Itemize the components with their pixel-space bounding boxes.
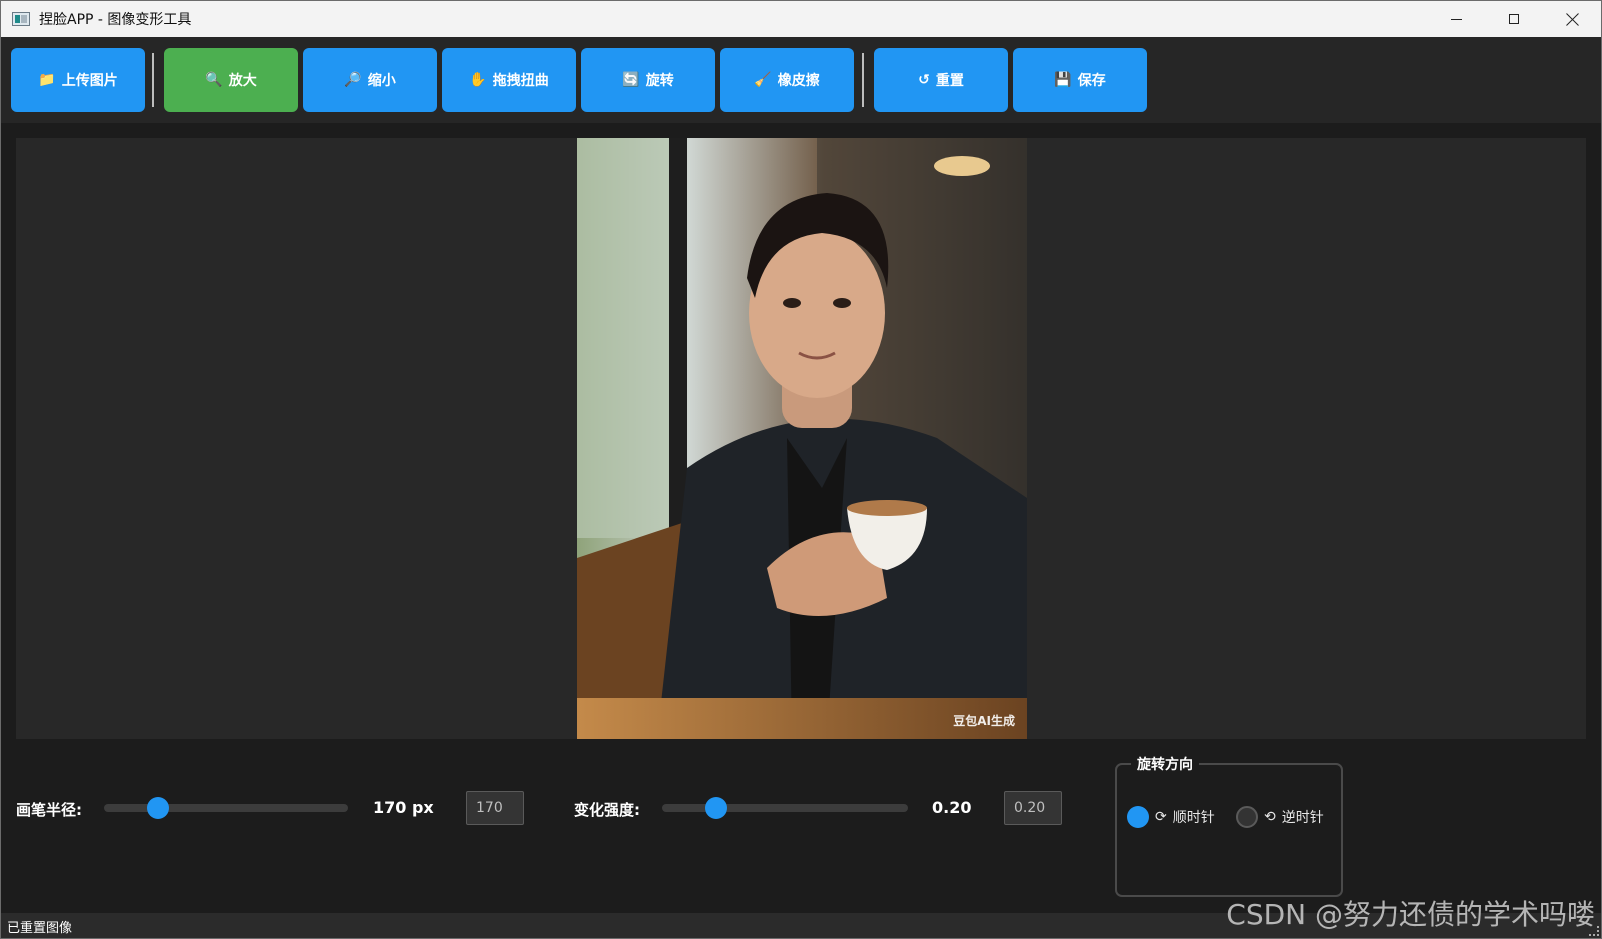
magnifier-minus-icon: 🔎 bbox=[344, 72, 362, 88]
reset-icon: ↺ bbox=[918, 72, 930, 88]
strength-input[interactable]: 0.20 bbox=[1004, 791, 1062, 825]
coffee-surface bbox=[847, 500, 927, 516]
upload-image-label: 上传图片 bbox=[61, 73, 118, 89]
counterclockwise-label: 逆时针 bbox=[1281, 810, 1324, 826]
upload-image-button[interactable]: 📁 上传图片 bbox=[11, 48, 145, 112]
strength-value: 0.20 bbox=[932, 798, 972, 817]
maximize-icon bbox=[1509, 14, 1519, 24]
toolbar-separator bbox=[152, 53, 154, 107]
maximize-button[interactable] bbox=[1485, 1, 1543, 37]
app-icon bbox=[12, 12, 30, 26]
left-eye bbox=[783, 298, 801, 308]
radio-indicator-checked bbox=[1127, 806, 1149, 828]
brush-radius-input[interactable]: 170 bbox=[466, 791, 524, 825]
zoom-out-label: 缩小 bbox=[367, 73, 396, 89]
reset-label: 重置 bbox=[935, 73, 964, 89]
brush-radius-label: 画笔半径: bbox=[16, 801, 82, 819]
status-message: 已重置图像 bbox=[7, 921, 73, 936]
rotation-direction-title: 旋转方向 bbox=[1131, 754, 1199, 774]
brush-radius-slider[interactable] bbox=[104, 797, 348, 819]
broom-icon: 🧹 bbox=[754, 72, 772, 88]
folder-icon: 📁 bbox=[38, 72, 56, 88]
eraser-label: 橡皮擦 bbox=[777, 73, 820, 89]
window-view bbox=[577, 138, 682, 538]
drag-warp-label: 拖拽扭曲 bbox=[492, 73, 549, 89]
radio-counterclockwise[interactable]: ⟲ 逆时针 bbox=[1236, 806, 1324, 828]
rotate-icon: 🔄 bbox=[622, 72, 640, 88]
strength-label: 变化强度: bbox=[574, 801, 640, 819]
image-canvas[interactable]: 豆包AI生成 bbox=[16, 138, 1586, 739]
rotation-direction-group bbox=[1115, 763, 1343, 897]
pendant-lamp bbox=[934, 156, 990, 176]
strength-slider[interactable] bbox=[662, 797, 908, 819]
zoom-in-button[interactable]: 🔍 放大 bbox=[164, 48, 298, 112]
author-credit-watermark: CSDN @努力还债的学术吗喽 bbox=[1226, 898, 1595, 931]
rotate-label: 旋转 bbox=[645, 73, 674, 89]
save-label: 保存 bbox=[1077, 73, 1106, 89]
window-title: 捏脸APP - 图像变形工具 bbox=[39, 12, 192, 28]
title-bar: 捏脸APP - 图像变形工具 bbox=[1, 1, 1601, 37]
controls-panel: 画笔半径: 170 px 170 变化强度: 0.20 0.20 旋转方向 ⟳ … bbox=[1, 742, 1601, 912]
minimize-icon bbox=[1450, 18, 1462, 20]
magnifier-plus-icon: 🔍 bbox=[205, 72, 223, 88]
brush-radius-slider-thumb[interactable] bbox=[146, 797, 169, 819]
minimize-button[interactable] bbox=[1427, 1, 1485, 37]
resize-grip[interactable] bbox=[1589, 926, 1599, 936]
counterclockwise-icon: ⟲ bbox=[1264, 809, 1276, 825]
hand-icon: ✋ bbox=[469, 72, 487, 88]
zoom-in-label: 放大 bbox=[228, 73, 257, 89]
close-icon bbox=[1566, 13, 1579, 26]
zoom-out-button[interactable]: 🔎 缩小 bbox=[303, 48, 437, 112]
eraser-button[interactable]: 🧹 橡皮擦 bbox=[720, 48, 854, 112]
portrait-illustration bbox=[577, 138, 1027, 739]
toolbar: 📁 上传图片 🔍 放大 🔎 缩小 ✋ 拖拽扭曲 🔄 旋转 🧹 橡皮擦 ↺ 重置 … bbox=[1, 37, 1601, 123]
rotate-button[interactable]: 🔄 旋转 bbox=[581, 48, 715, 112]
drag-warp-button[interactable]: ✋ 拖拽扭曲 bbox=[442, 48, 576, 112]
radio-clockwise[interactable]: ⟳ 顺时针 bbox=[1127, 806, 1215, 828]
radio-indicator-unchecked bbox=[1236, 806, 1258, 828]
window-controls bbox=[1427, 1, 1601, 37]
clockwise-icon: ⟳ bbox=[1155, 809, 1167, 825]
clockwise-label: 顺时针 bbox=[1172, 810, 1215, 826]
status-bar: 已重置图像 CSDN @努力还债的学术吗喽 bbox=[1, 898, 1601, 938]
portrait-image[interactable]: 豆包AI生成 bbox=[577, 138, 1027, 739]
watermark-text: 豆包AI生成 bbox=[953, 714, 1015, 728]
floppy-disk-icon: 💾 bbox=[1054, 72, 1072, 88]
strength-slider-thumb[interactable] bbox=[705, 797, 728, 819]
toolbar-separator bbox=[862, 53, 864, 107]
close-button[interactable] bbox=[1543, 1, 1601, 37]
reset-button[interactable]: ↺ 重置 bbox=[874, 48, 1008, 112]
brush-radius-value: 170 px bbox=[373, 798, 434, 817]
right-eye bbox=[833, 298, 851, 308]
save-button[interactable]: 💾 保存 bbox=[1013, 48, 1147, 112]
